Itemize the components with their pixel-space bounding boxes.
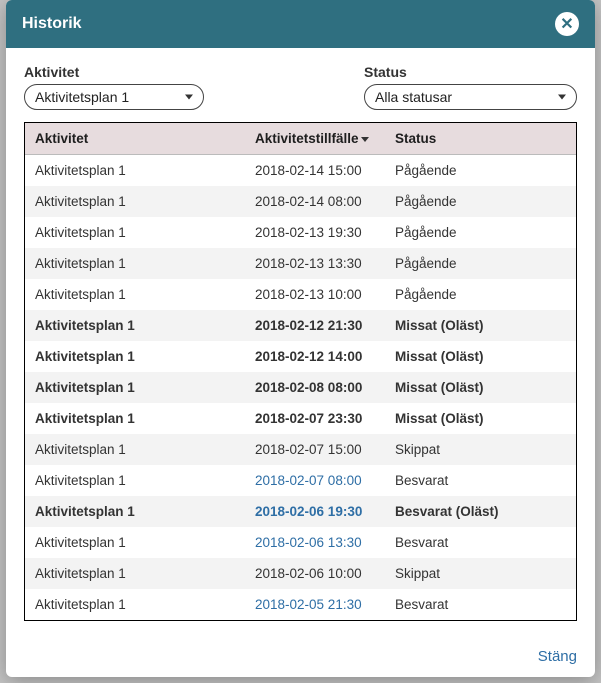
close-icon: ✕ — [560, 14, 573, 34]
cell-time: 2018-02-14 15:00 — [245, 155, 385, 187]
table-row[interactable]: Aktivitetsplan 12018-02-06 13:30Besvarat — [25, 527, 576, 558]
modal-title: Historik — [22, 15, 82, 33]
table-row[interactable]: Aktivitetsplan 12018-02-07 15:00Skippat — [25, 434, 576, 465]
cell-status: Pågående — [385, 279, 576, 310]
close-button[interactable]: Stäng — [538, 648, 577, 665]
activity-select-value: Aktivitetsplan 1 — [35, 89, 129, 105]
modal-footer: Stäng — [6, 642, 595, 677]
cell-status: Pågående — [385, 186, 576, 217]
cell-activity: Aktivitetsplan 1 — [25, 155, 245, 187]
sort-desc-icon — [361, 137, 369, 142]
chevron-down-icon — [558, 95, 566, 100]
cell-activity: Aktivitetsplan 1 — [25, 186, 245, 217]
cell-status: Missat (Oläst) — [385, 310, 576, 341]
cell-time: 2018-02-12 21:30 — [245, 310, 385, 341]
cell-time[interactable]: 2018-02-05 21:30 — [245, 589, 385, 620]
table-row[interactable]: Aktivitetsplan 12018-02-13 10:00Pågående — [25, 279, 576, 310]
cell-time: 2018-02-07 15:00 — [245, 434, 385, 465]
cell-status: Skippat — [385, 434, 576, 465]
modal-header: Historik ✕ — [6, 0, 595, 48]
cell-activity: Aktivitetsplan 1 — [25, 403, 245, 434]
cell-time: 2018-02-13 10:00 — [245, 279, 385, 310]
cell-activity: Aktivitetsplan 1 — [25, 496, 245, 527]
column-header-time[interactable]: Aktivitetstillfälle — [245, 123, 385, 155]
modal-body: Aktivitet Aktivitetsplan 1 Status Alla s… — [6, 48, 595, 642]
table-row[interactable]: Aktivitetsplan 12018-02-08 08:00Missat (… — [25, 372, 576, 403]
cell-activity: Aktivitetsplan 1 — [25, 341, 245, 372]
cell-status: Missat (Oläst) — [385, 372, 576, 403]
cell-time: 2018-02-12 14:00 — [245, 341, 385, 372]
close-icon-button[interactable]: ✕ — [555, 12, 579, 36]
cell-status: Missat (Oläst) — [385, 403, 576, 434]
activity-filter-label: Aktivitet — [24, 64, 204, 80]
cell-time[interactable]: 2018-02-07 08:00 — [245, 465, 385, 496]
table-row[interactable]: Aktivitetsplan 12018-02-07 08:00Besvarat — [25, 465, 576, 496]
cell-status: Pågående — [385, 155, 576, 187]
cell-activity: Aktivitetsplan 1 — [25, 465, 245, 496]
filters-row: Aktivitet Aktivitetsplan 1 Status Alla s… — [24, 64, 577, 110]
cell-time: 2018-02-13 13:30 — [245, 248, 385, 279]
cell-status: Pågående — [385, 248, 576, 279]
status-filter-label: Status — [364, 64, 577, 80]
activity-filter-group: Aktivitet Aktivitetsplan 1 — [24, 64, 204, 110]
chevron-down-icon — [185, 95, 193, 100]
table-row[interactable]: Aktivitetsplan 12018-02-07 23:30Missat (… — [25, 403, 576, 434]
column-header-activity[interactable]: Aktivitet — [25, 123, 245, 155]
table-row[interactable]: Aktivitetsplan 12018-02-12 21:30Missat (… — [25, 310, 576, 341]
cell-time: 2018-02-13 19:30 — [245, 217, 385, 248]
activity-select[interactable]: Aktivitetsplan 1 — [24, 84, 204, 110]
table-row[interactable]: Aktivitetsplan 12018-02-14 08:00Pågående — [25, 186, 576, 217]
table-row[interactable]: Aktivitetsplan 12018-02-12 14:00Missat (… — [25, 341, 576, 372]
cell-status: Besvarat — [385, 589, 576, 620]
table-header-row: Aktivitet Aktivitetstillfälle Status — [25, 123, 576, 155]
column-header-status[interactable]: Status — [385, 123, 576, 155]
cell-activity: Aktivitetsplan 1 — [25, 558, 245, 589]
status-select[interactable]: Alla statusar — [364, 84, 577, 110]
table-row[interactable]: Aktivitetsplan 12018-02-13 13:30Pågående — [25, 248, 576, 279]
cell-status: Besvarat — [385, 465, 576, 496]
status-select-value: Alla statusar — [375, 89, 452, 105]
history-table: Aktivitet Aktivitetstillfälle Status Akt… — [25, 123, 576, 620]
table-row[interactable]: Aktivitetsplan 12018-02-06 19:30Besvarat… — [25, 496, 576, 527]
cell-time: 2018-02-06 10:00 — [245, 558, 385, 589]
history-modal: Historik ✕ Aktivitet Aktivitetsplan 1 St… — [6, 0, 595, 677]
cell-activity: Aktivitetsplan 1 — [25, 248, 245, 279]
cell-time: 2018-02-14 08:00 — [245, 186, 385, 217]
history-table-wrap: Aktivitet Aktivitetstillfälle Status Akt… — [24, 122, 577, 621]
cell-activity: Aktivitetsplan 1 — [25, 217, 245, 248]
table-row[interactable]: Aktivitetsplan 12018-02-05 21:30Besvarat — [25, 589, 576, 620]
cell-status: Pågående — [385, 217, 576, 248]
table-row[interactable]: Aktivitetsplan 12018-02-14 15:00Pågående — [25, 155, 576, 187]
cell-activity: Aktivitetsplan 1 — [25, 310, 245, 341]
cell-activity: Aktivitetsplan 1 — [25, 527, 245, 558]
cell-activity: Aktivitetsplan 1 — [25, 279, 245, 310]
cell-time[interactable]: 2018-02-06 13:30 — [245, 527, 385, 558]
cell-time: 2018-02-07 23:30 — [245, 403, 385, 434]
table-row[interactable]: Aktivitetsplan 12018-02-06 10:00Skippat — [25, 558, 576, 589]
cell-activity: Aktivitetsplan 1 — [25, 589, 245, 620]
cell-activity: Aktivitetsplan 1 — [25, 372, 245, 403]
cell-time: 2018-02-08 08:00 — [245, 372, 385, 403]
cell-status: Missat (Oläst) — [385, 341, 576, 372]
cell-status: Besvarat — [385, 527, 576, 558]
table-row[interactable]: Aktivitetsplan 12018-02-13 19:30Pågående — [25, 217, 576, 248]
cell-time[interactable]: 2018-02-06 19:30 — [245, 496, 385, 527]
cell-activity: Aktivitetsplan 1 — [25, 434, 245, 465]
status-filter-group: Status Alla statusar — [364, 64, 577, 110]
cell-status: Besvarat (Oläst) — [385, 496, 576, 527]
cell-status: Skippat — [385, 558, 576, 589]
